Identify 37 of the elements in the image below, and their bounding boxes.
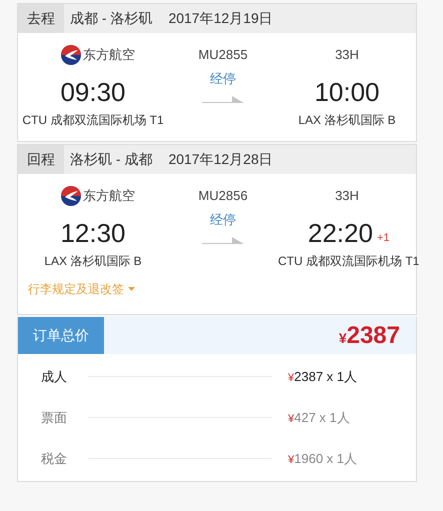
price-label: 税金 (41, 450, 68, 468)
arrival-airport: LAX 洛杉矶国际 B (298, 112, 396, 129)
airline-logo-icon (61, 186, 81, 206)
leg-route: 成都 - 洛杉矶 (70, 9, 152, 28)
airline-name: 东方航空 (83, 187, 135, 206)
arrival-time: 22:20 (308, 217, 373, 250)
leg-direction: 去程 (18, 4, 64, 33)
aircraft-type: 33H (335, 187, 359, 206)
airline-name: 东方航空 (83, 46, 135, 64)
price-label: 票面 (41, 408, 68, 427)
price-amount: ¥1960 x 1人 (288, 450, 357, 468)
arrival-time: 10:00 (314, 76, 380, 109)
leg-date: 2017年12月19日 (168, 9, 273, 28)
departure-airport: LAX 洛杉矶国际 B (44, 253, 142, 270)
departure-time: 09:30 (60, 76, 126, 109)
price-amount: ¥427 x 1人 (288, 408, 350, 427)
caret-icon (128, 287, 135, 291)
arrival-airport: CTU 成都双流国际机场 T1 (278, 253, 420, 270)
day-offset: +1 (376, 230, 390, 246)
order-total-label: 订单总价 (18, 317, 104, 354)
arrow-icon (202, 236, 244, 246)
order-total-price: ¥2387 (338, 320, 400, 350)
leg-date: 2017年12月28日 (168, 150, 273, 169)
flight-number: MU2855 (198, 46, 248, 64)
departure-time: 12:30 (60, 217, 126, 250)
leg-direction: 回程 (18, 145, 64, 174)
aircraft-type: 33H (335, 46, 359, 64)
arrow-icon (202, 94, 244, 104)
departure-airport: CTU 成都双流国际机场 T1 (22, 112, 164, 129)
airline-logo-icon (61, 45, 81, 65)
stopover-label: 经停 (210, 70, 236, 88)
leg-route: 洛杉矶 - 成都 (70, 150, 152, 169)
baggage-rules-link[interactable]: 行李规定及退改签 (28, 280, 135, 298)
price-label: 成人 (41, 368, 68, 386)
price-amount: ¥2387 x 1人 (288, 368, 357, 386)
flight-number: MU2856 (198, 187, 248, 206)
stopover-label: 经停 (210, 211, 236, 229)
